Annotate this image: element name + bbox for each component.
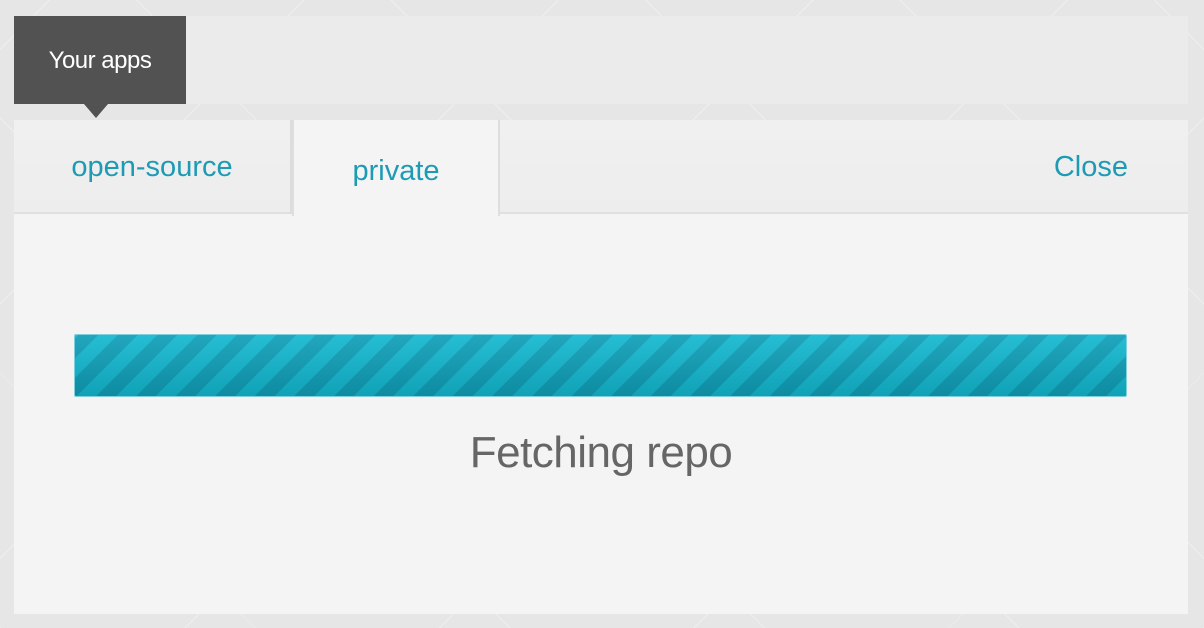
tab-private-label: private <box>352 154 440 187</box>
progress-bar-fill <box>75 335 1126 396</box>
tab-private[interactable]: private <box>292 120 500 216</box>
progress-bar <box>74 334 1127 397</box>
caret-down-icon <box>84 104 108 118</box>
tab-open-source[interactable]: open-source <box>14 120 292 214</box>
status-text: Fetching repo <box>469 428 733 477</box>
your-apps-label: Your apps <box>48 47 152 74</box>
tab-strip: open-source private Close <box>14 120 1188 216</box>
close-label: Close <box>1053 150 1128 183</box>
your-apps-tab[interactable]: Your apps <box>14 16 186 104</box>
top-bar <box>14 16 1188 104</box>
apps-panel: open-source private Close Fetching repo <box>14 120 1188 614</box>
close-button[interactable]: Close <box>1054 120 1128 214</box>
tab-open-source-label: open-source <box>71 150 233 183</box>
